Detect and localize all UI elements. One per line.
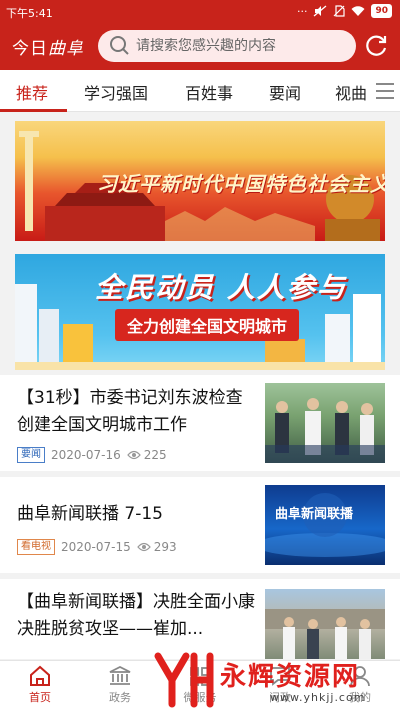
logo-prefix: 今日	[12, 39, 48, 59]
eye-icon	[136, 542, 151, 552]
status-icons: ··· 90	[297, 4, 392, 18]
watermark: 永辉资源网 www.yhkjj.com	[150, 648, 400, 708]
news-date: 2020-07-15	[61, 540, 131, 554]
eye-icon	[126, 450, 141, 460]
news-item[interactable]: 曲阜新闻联播 7-15 看电视 2020-07-15 293 曲阜新闻联播	[0, 477, 400, 573]
news-thumbnail	[265, 383, 385, 463]
news-title: 曲阜新闻联播 7-15	[17, 504, 163, 524]
home-icon	[30, 665, 50, 686]
status-time: 下午5:41	[6, 7, 53, 20]
banner-civilized-city[interactable]: 全民动员 人人参与 全力创建全国文明城市	[15, 254, 385, 370]
nav-home-label: 首页	[29, 691, 51, 704]
banner-ideology-text: 习近平新时代中国特色社会主义思想	[97, 172, 385, 196]
nav-government-label: 政务	[109, 691, 131, 704]
app-header: 下午5:41 ··· 90 今日曲阜	[0, 0, 400, 70]
logo-script: 曲阜	[48, 39, 84, 59]
refresh-icon[interactable]	[364, 33, 390, 59]
news-view-count: 225	[143, 448, 167, 462]
news-tag: 要闻	[17, 447, 45, 463]
more-dots-icon: ···	[296, 4, 308, 18]
header-bar: 今日曲阜	[0, 26, 400, 68]
app-logo: 今日曲阜	[12, 34, 84, 59]
search-box[interactable]	[98, 30, 356, 62]
nav-home[interactable]: 首页	[10, 665, 70, 705]
news-meta: 看电视 2020-07-15 293	[17, 539, 177, 555]
news-item[interactable]: 【曲阜新闻联播】决胜全面小康 决胜脱贫攻坚——崔加...	[0, 579, 400, 659]
status-bar: 下午5:41 ··· 90	[0, 0, 400, 24]
news-views: 225	[126, 448, 167, 462]
battery-level: 90	[371, 4, 392, 18]
tab-news[interactable]: 要闻	[269, 80, 301, 104]
news-title: 【曲阜新闻联播】决胜全面小康 决胜脱贫攻坚——崔加...	[17, 592, 255, 639]
tab-video[interactable]: 视曲	[335, 80, 367, 104]
thumb-program-title: 曲阜新闻联播	[275, 507, 354, 522]
watermark-logo	[154, 652, 214, 708]
government-building-icon	[109, 665, 131, 685]
category-tabs: 推荐 学习强国 百姓事 要闻 视曲	[0, 70, 400, 112]
news-views: 293	[136, 540, 177, 554]
news-view-count: 293	[153, 540, 177, 554]
channel-menu-icon[interactable]	[370, 80, 396, 102]
watermark-text: 永辉资源网	[220, 662, 361, 692]
banner-ideology[interactable]: 习近平新时代中国特色社会主义思想	[15, 121, 385, 241]
no-sim-icon	[334, 5, 346, 17]
officials-photo	[265, 398, 385, 463]
news-date: 2020-07-16	[51, 448, 121, 462]
banner-civilized-title: 全民动员 人人参与	[95, 271, 347, 304]
news-meta: 要闻 2020-07-16 225	[17, 447, 167, 463]
tab-xuexi[interactable]: 学习强国	[84, 80, 148, 104]
tab-people[interactable]: 百姓事	[185, 80, 233, 104]
news-thumbnail: 曲阜新闻联播	[265, 485, 385, 565]
banner-civilized-subtitle: 全力创建全国文明城市	[115, 309, 300, 341]
active-tab-indicator	[0, 109, 67, 112]
search-input[interactable]	[136, 38, 346, 54]
search-icon	[110, 36, 129, 55]
news-tag: 看电视	[17, 539, 55, 555]
mute-icon	[314, 5, 327, 17]
news-item[interactable]: 【31秒】市委书记刘东波检查创建全国文明城市工作 要闻 2020-07-16 2…	[0, 375, 400, 471]
wifi-icon	[351, 5, 365, 16]
news-title: 【31秒】市委书记刘东波检查创建全国文明城市工作	[17, 388, 243, 435]
nav-government[interactable]: 政务	[90, 665, 150, 705]
tab-recommend[interactable]: 推荐	[16, 80, 48, 104]
newscast-graphic	[265, 493, 385, 557]
watermark-url: www.yhkjj.com	[270, 691, 366, 704]
